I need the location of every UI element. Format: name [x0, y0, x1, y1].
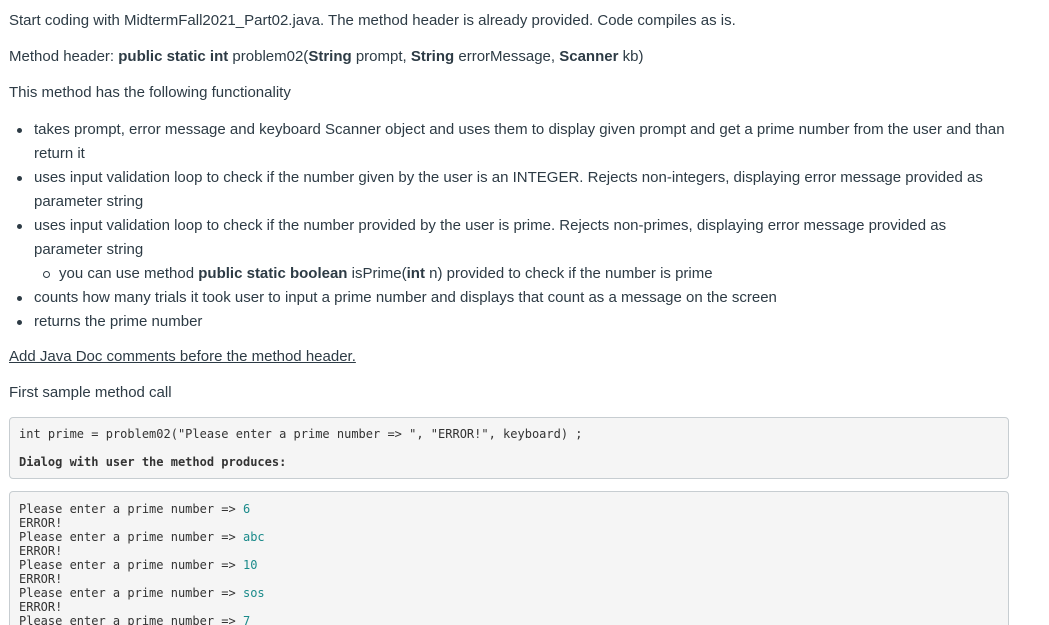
sub-item-type: int: [406, 265, 425, 282]
sub-item-pre: you can use method: [59, 265, 199, 282]
bullet-dot-icon: [17, 320, 22, 325]
sample-call-code-block: int prime = problem02("Please enter a pr…: [9, 417, 1009, 479]
bullet-dot-icon: [17, 128, 22, 133]
method-header-arg-2: errorMessage,: [454, 48, 560, 65]
dialog-prompt: ERROR!: [19, 516, 63, 530]
list-item: returns the prime number: [0, 310, 1010, 334]
bullet-dot-icon: [17, 224, 22, 229]
method-header-arg-3: kb): [618, 48, 644, 65]
list-item-text: takes prompt, error message and keyboard…: [34, 121, 1005, 162]
sub-item-name: isPrime(: [347, 265, 407, 282]
dialog-prompt: ERROR!: [19, 544, 63, 558]
dialog-input: abc: [242, 530, 265, 544]
method-header-label: Method header:: [9, 48, 119, 65]
method-header-modifiers: public static int: [118, 48, 229, 65]
dialog-row: Please enter a prime number => abc: [19, 530, 999, 544]
dialog-row: ERROR!: [19, 572, 999, 586]
dialog-input: 7: [242, 614, 251, 625]
method-header-type-3: Scanner: [559, 48, 619, 65]
list-item: takes prompt, error message and keyboard…: [0, 118, 1010, 166]
dialog-prompt: Please enter a prime number =>: [19, 558, 243, 572]
dialog-row: Please enter a prime number => 10: [19, 558, 999, 572]
list-item: uses input validation loop to check if t…: [0, 214, 1010, 262]
intro-line: Start coding with MidtermFall2021_Part02…: [9, 12, 736, 29]
list-item-text: uses input validation loop to check if t…: [34, 169, 983, 210]
javadoc-note: Add Java Doc comments before the method …: [9, 347, 356, 367]
sample-call-line: int prime = problem02("Please enter a pr…: [19, 427, 583, 441]
dialog-row: Please enter a prime number => 7: [19, 614, 999, 625]
list-item: counts how many trials it took user to i…: [0, 286, 1010, 310]
method-header-arg-1: prompt,: [351, 48, 411, 65]
circle-bullet-icon: [43, 271, 50, 278]
bullet-dot-icon: [17, 296, 22, 301]
dialog-row: ERROR!: [19, 516, 999, 530]
dialog-prompt: Please enter a prime number =>: [19, 586, 243, 600]
dialog-row: Please enter a prime number => sos: [19, 586, 999, 600]
dialog-prompt: Please enter a prime number =>: [19, 614, 243, 625]
first-sample-heading: First sample method call: [9, 384, 172, 401]
list-item-text: returns the prime number: [34, 313, 203, 330]
dialog-row: ERROR!: [19, 544, 999, 558]
sub-list-item: you can use method public static boolean…: [0, 262, 1010, 286]
assignment-page: Start coding with MidtermFall2021_Part02…: [0, 0, 1049, 625]
bullet-dot-icon: [17, 176, 22, 181]
dialog-prompt: Please enter a prime number =>: [19, 502, 243, 516]
dialog-prompt: ERROR!: [19, 572, 63, 586]
list-item-text: uses input validation loop to check if t…: [34, 217, 947, 258]
dialog-input: sos: [242, 586, 265, 600]
dialog-row: ERROR!: [19, 600, 999, 614]
method-header-name: problem02(: [228, 48, 309, 65]
dialog-prompt: Please enter a prime number =>: [19, 530, 243, 544]
dialog-prompt: ERROR!: [19, 600, 63, 614]
sub-item-modifiers: public static boolean: [198, 265, 348, 282]
dialog-output-block: Please enter a prime number => 6 ERROR! …: [9, 491, 1009, 625]
dialog-description: Dialog with user the method produces:: [19, 455, 287, 469]
method-header-line: Method header: public static int problem…: [9, 47, 643, 67]
dialog-input: 10: [242, 558, 258, 572]
method-header-type-2: String: [410, 48, 455, 65]
functionality-heading: This method has the following functional…: [9, 84, 291, 101]
method-header-type-1: String: [308, 48, 352, 65]
list-item-text: counts how many trials it took user to i…: [34, 289, 777, 306]
dialog-input: 6: [242, 502, 251, 516]
list-item: uses input validation loop to check if t…: [0, 166, 1010, 214]
dialog-row: Please enter a prime number => 6: [19, 502, 999, 516]
sub-item-post: n) provided to check if the number is pr…: [424, 265, 713, 282]
javadoc-note-text: Add Java Doc comments before the method …: [9, 348, 356, 365]
functionality-list: takes prompt, error message and keyboard…: [0, 118, 1010, 334]
